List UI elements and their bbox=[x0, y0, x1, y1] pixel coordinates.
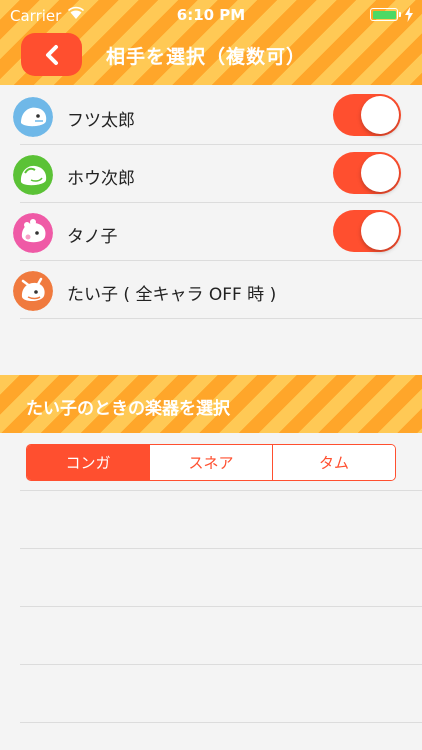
houjirou-avatar-icon bbox=[13, 155, 53, 195]
character-row-tanoko: タノ子 bbox=[0, 203, 422, 261]
section-title: たい子のときの楽器を選択 bbox=[26, 399, 230, 419]
list-divider bbox=[20, 722, 422, 723]
taiko-avatar-icon bbox=[13, 271, 53, 311]
character-row-houjirou: ホウ次郎 bbox=[0, 145, 422, 203]
charging-bolt-icon bbox=[405, 7, 413, 22]
character-name: ホウ次郎 bbox=[67, 169, 135, 189]
segment-snare[interactable]: スネア bbox=[149, 445, 272, 480]
page-title: 相手を選択（複数可） bbox=[105, 46, 306, 68]
tanoko-toggle[interactable] bbox=[333, 210, 401, 252]
status-time: 6:10 PM bbox=[176, 6, 246, 24]
futarou-toggle[interactable] bbox=[333, 94, 401, 136]
battery-icon bbox=[370, 8, 398, 21]
status-bar: Carrier 6:10 PM bbox=[0, 0, 422, 30]
list-divider bbox=[20, 606, 422, 607]
futarou-avatar-icon bbox=[13, 97, 53, 137]
list-divider bbox=[20, 548, 422, 549]
segment-conga[interactable]: コンガ bbox=[27, 445, 149, 480]
character-row-futarou: フツ太郎 bbox=[0, 87, 422, 145]
battery-tip bbox=[399, 12, 401, 17]
list-divider bbox=[20, 490, 422, 491]
instrument-segmented-control: コンガ スネア タム bbox=[26, 444, 396, 481]
houjirou-toggle[interactable] bbox=[333, 152, 401, 194]
character-name: タノ子 bbox=[67, 227, 118, 247]
segment-tom[interactable]: タム bbox=[272, 445, 395, 480]
tanoko-avatar-icon bbox=[13, 213, 53, 253]
character-name: フツ太郎 bbox=[67, 111, 135, 131]
nav-header: Carrier 6:10 PM 相手を選択（複数可） bbox=[0, 0, 422, 85]
character-row-taiko: たい子 ( 全キャラ OFF 時 ) bbox=[0, 261, 422, 319]
instrument-section-header: たい子のときの楽器を選択 bbox=[0, 375, 422, 433]
list-divider bbox=[20, 664, 422, 665]
character-name: たい子 ( 全キャラ OFF 時 ) bbox=[67, 285, 277, 305]
